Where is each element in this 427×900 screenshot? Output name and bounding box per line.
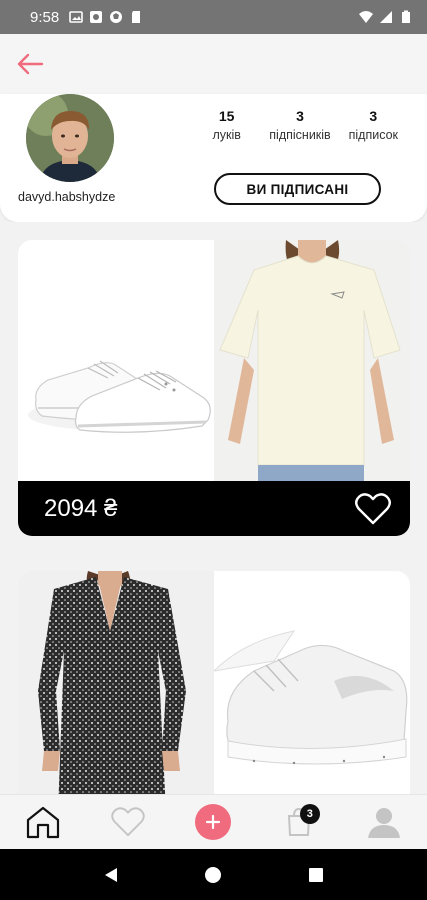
look-item-image-tshirt[interactable] bbox=[214, 240, 410, 481]
plus-icon bbox=[206, 814, 221, 830]
avatar-photo bbox=[26, 94, 114, 182]
status-notification-icons bbox=[69, 10, 143, 24]
add-button[interactable] bbox=[195, 804, 232, 840]
price-bar: 2094 ₴ bbox=[18, 481, 410, 536]
nav-cart[interactable]: 3 bbox=[274, 800, 324, 844]
system-back-button[interactable] bbox=[91, 855, 131, 895]
sd-card-icon bbox=[132, 11, 141, 23]
stat-label: підписок bbox=[348, 128, 399, 142]
stat-looks[interactable]: 15 луків bbox=[190, 108, 263, 142]
signal-icon bbox=[380, 11, 392, 23]
heart-icon bbox=[111, 807, 145, 837]
back-button[interactable] bbox=[12, 48, 48, 80]
system-recents-button[interactable] bbox=[296, 855, 336, 895]
look-item-image-dress[interactable] bbox=[18, 571, 214, 794]
top-bar bbox=[0, 34, 427, 94]
system-home-button[interactable] bbox=[193, 855, 233, 895]
stat-label: підпісників bbox=[269, 128, 331, 142]
back-triangle-icon bbox=[105, 867, 118, 882]
profile-card: davyd.habshydze 15 луків 3 підпісників 3… bbox=[0, 94, 427, 222]
nav-add[interactable] bbox=[188, 800, 238, 844]
nav-home[interactable] bbox=[18, 800, 68, 844]
home-circle-icon bbox=[205, 866, 222, 883]
stat-following[interactable]: 3 підписок bbox=[337, 108, 410, 142]
sneakers-image bbox=[28, 360, 211, 433]
dress-image bbox=[18, 571, 214, 794]
stat-followers[interactable]: 3 підпісників bbox=[263, 108, 336, 142]
stat-value: 3 bbox=[369, 108, 378, 124]
following-button[interactable]: ВИ ПІДПИСАНІ bbox=[214, 173, 381, 205]
look-images bbox=[18, 571, 410, 794]
wifi-icon bbox=[359, 11, 373, 23]
look-item-image-sneakers[interactable] bbox=[18, 240, 214, 481]
recents-square-icon bbox=[308, 867, 323, 882]
image-icon bbox=[69, 11, 84, 23]
tshirt-image bbox=[214, 240, 410, 481]
look-card[interactable] bbox=[18, 571, 410, 794]
bottom-nav: 3 bbox=[0, 794, 427, 849]
stat-value: 15 bbox=[218, 108, 235, 124]
heart-icon[interactable] bbox=[354, 492, 392, 526]
arrow-left-icon bbox=[17, 53, 44, 75]
cart-badge: 3 bbox=[299, 804, 320, 824]
avatar[interactable] bbox=[26, 94, 114, 182]
look-card[interactable]: 2094 ₴ bbox=[18, 240, 410, 536]
ball-icon bbox=[110, 11, 123, 23]
system-nav-bar bbox=[0, 849, 427, 900]
look-price: 2094 ₴ bbox=[44, 494, 118, 522]
profile-stats: 15 луків 3 підпісників 3 підписок bbox=[190, 108, 410, 142]
home-icon bbox=[26, 806, 59, 839]
battery-icon bbox=[402, 10, 410, 23]
stat-label: луків bbox=[212, 128, 241, 142]
photo-icon bbox=[90, 11, 103, 23]
sneakers-nike-image bbox=[214, 630, 408, 765]
look-images bbox=[18, 240, 410, 481]
stat-value: 3 bbox=[296, 108, 304, 124]
look-item-image-sneakers-2[interactable] bbox=[214, 571, 410, 794]
status-bar: 9:58 bbox=[0, 0, 427, 34]
nav-profile[interactable] bbox=[359, 800, 409, 844]
nav-favorites[interactable] bbox=[103, 800, 153, 844]
username: davyd.habshydze bbox=[18, 190, 116, 204]
profile-icon bbox=[368, 808, 401, 838]
status-system-icons bbox=[359, 10, 413, 24]
looks-feed[interactable]: 2094 ₴ bbox=[0, 222, 427, 794]
status-time: 9:58 bbox=[30, 8, 60, 26]
